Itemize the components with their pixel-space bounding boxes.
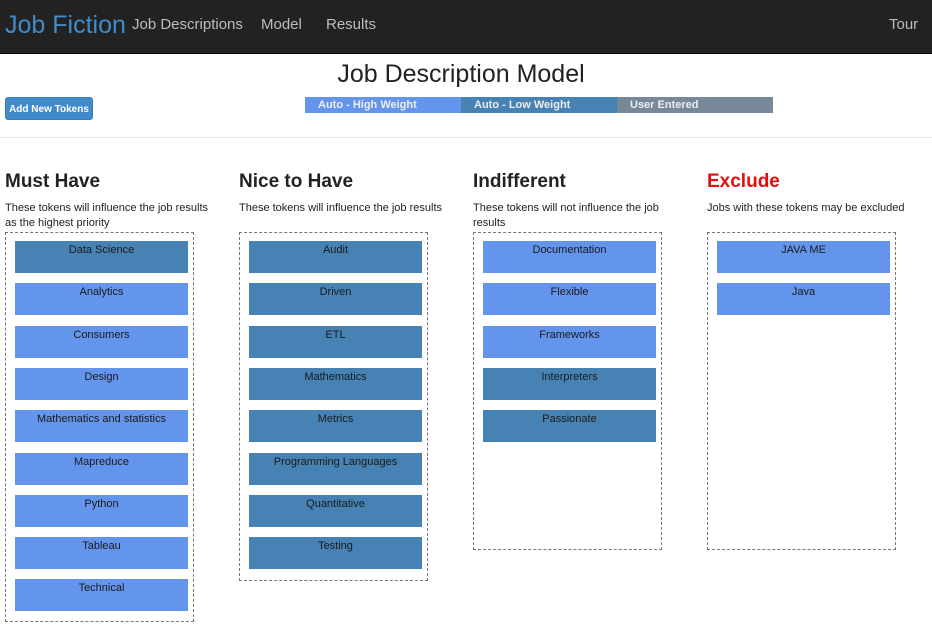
token-chip[interactable]: Interpreters <box>483 367 656 400</box>
legend-user-entered: User Entered <box>617 97 773 113</box>
weight-legend: Auto - High Weight Auto - Low Weight Use… <box>305 97 773 113</box>
column-indifferent: Indifferent These tokens will not influe… <box>473 170 688 550</box>
token-chip[interactable]: Consumers <box>15 325 188 358</box>
token-chip[interactable]: Mathematics and statistics <box>15 410 188 443</box>
token-chip[interactable]: Design <box>15 367 188 400</box>
divider <box>0 137 932 138</box>
column-description: These tokens will influence the job resu… <box>5 202 208 229</box>
add-new-tokens-button[interactable]: Add New Tokens <box>5 97 93 120</box>
token-chip[interactable]: Technical <box>15 579 188 612</box>
nav-link-results[interactable]: Results <box>326 16 376 33</box>
token-chip[interactable]: Passionate <box>483 410 656 443</box>
token-chip[interactable]: Audit <box>249 241 422 273</box>
token-chip[interactable]: Quantitative <box>249 494 422 527</box>
column-description: These tokens will influence the job resu… <box>239 202 442 214</box>
token-dropzone[interactable]: Documentation Flexible Frameworks Interpret… <box>473 232 662 550</box>
token-chip[interactable]: Python <box>15 494 188 527</box>
token-chip[interactable]: Driven <box>249 283 422 316</box>
nav-link-job-descriptions[interactable]: Job Descriptions <box>132 16 243 33</box>
column-description: These tokens will not influence the job … <box>473 202 659 229</box>
token-chip[interactable]: Mapreduce <box>15 452 188 485</box>
column-must-have: Must Have These tokens will influence th… <box>5 170 220 622</box>
navbar: Job Fiction Job Descriptions Model Resul… <box>0 0 932 54</box>
token-chip[interactable]: Metrics <box>249 410 422 443</box>
token-dropzone[interactable]: JAVA ME Java <box>707 232 896 550</box>
brand-link[interactable]: Job Fiction <box>5 11 126 40</box>
page-title: Job Description Model <box>337 60 585 88</box>
token-chip[interactable]: Analytics <box>15 283 188 316</box>
token-chip[interactable]: Documentation <box>483 241 656 273</box>
token-chip[interactable]: Data Science <box>15 241 188 273</box>
token-dropzone[interactable]: Audit Driven ETL Mathematics Metrics Programm… <box>239 232 428 581</box>
token-dropzone[interactable]: Data Science Analytics Consumers Design Math… <box>5 232 194 622</box>
legend-low-weight: Auto - Low Weight <box>461 97 617 113</box>
column-exclude: Exclude Jobs with these tokens may be ex… <box>707 170 922 550</box>
token-chip[interactable]: Java <box>717 283 890 316</box>
token-chip[interactable]: Programming Languages <box>249 452 422 485</box>
token-chip[interactable]: JAVA ME <box>717 241 890 273</box>
nav-link-tour[interactable]: Tour <box>889 16 918 33</box>
token-chip[interactable]: Testing <box>249 537 422 570</box>
token-chip[interactable]: Tableau <box>15 537 188 570</box>
token-chip[interactable]: ETL <box>249 325 422 358</box>
column-nice-to-have: Nice to Have These tokens will influence… <box>239 170 454 581</box>
token-chip[interactable]: Frameworks <box>483 325 656 358</box>
token-chip[interactable]: Mathematics <box>249 367 422 400</box>
column-title: Must Have <box>5 171 101 192</box>
column-title: Indifferent <box>473 171 566 192</box>
column-title: Exclude <box>707 171 780 192</box>
column-description: Jobs with these tokens may be excluded <box>707 202 905 214</box>
legend-high-weight: Auto - High Weight <box>305 97 461 113</box>
column-title: Nice to Have <box>239 171 354 192</box>
nav-link-model[interactable]: Model <box>261 16 302 33</box>
token-chip[interactable]: Flexible <box>483 283 656 316</box>
